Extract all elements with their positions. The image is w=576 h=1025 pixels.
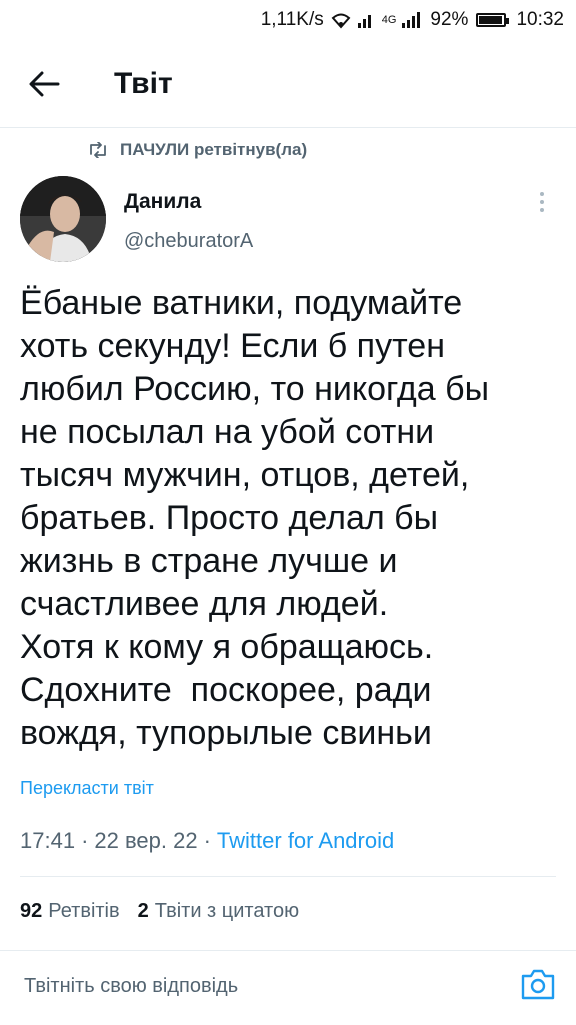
separator-dot: · — [81, 828, 89, 853]
quotes-stat[interactable]: 2 Твіти з цитатою — [138, 900, 299, 923]
network-speed: 1,11K/s — [260, 9, 324, 30]
signal-icon-2 — [402, 12, 424, 28]
battery-icon — [476, 13, 510, 27]
reply-input[interactable]: Твітніть свою відповідь — [24, 975, 238, 998]
back-button[interactable] — [14, 54, 74, 114]
more-options-icon[interactable] — [532, 188, 552, 218]
tweet-date: 22 вер. 22 — [94, 828, 198, 853]
retweet-icon — [90, 142, 106, 158]
author-handle[interactable]: @cheburatorA — [124, 230, 253, 253]
tweet-stats: 92 Ретвітів 2 Твіти з цитатою — [20, 900, 317, 923]
avatar[interactable] — [20, 176, 106, 262]
camera-icon — [521, 969, 555, 1000]
divider — [20, 876, 556, 877]
battery-percent: 92% — [430, 9, 469, 30]
clock: 10:32 — [516, 9, 564, 30]
header: Твіт — [0, 40, 576, 128]
retweets-stat[interactable]: 92 Ретвітів — [20, 900, 120, 923]
signal-icon — [357, 12, 376, 28]
tweet-meta: 17:41 · 22 вер. 22 · Twitter for Android — [20, 828, 394, 854]
tweet-text: Ёбаные ватники, подумайте хоть секунду! … — [20, 284, 490, 752]
tweet-client-link[interactable]: Twitter for Android — [217, 828, 394, 854]
retweet-text: ПАЧУЛИ ретвітнув(ла) — [120, 140, 308, 159]
status-bar: 1,11K/s 4G 92% 10:32 — [0, 0, 576, 40]
retweet-indicator[interactable]: ПАЧУЛИ ретвітнув(ла) — [88, 140, 307, 160]
author-name[interactable]: Данила — [124, 190, 201, 214]
retweets-label: Ретвітів — [48, 900, 120, 922]
reply-bar: Твітніть свою відповідь — [0, 950, 576, 1025]
arrow-left-icon — [29, 71, 60, 96]
translate-tweet-link[interactable]: Перекласти твіт — [20, 778, 154, 799]
camera-button[interactable] — [520, 967, 556, 1003]
network-type: 4G — [381, 14, 397, 26]
retweets-count: 92 — [20, 900, 43, 922]
quotes-label: Твіти з цитатою — [154, 900, 300, 922]
tweet-time: 17:41 — [20, 828, 76, 853]
avatar-image — [20, 176, 106, 262]
wifi-icon — [330, 11, 352, 29]
page-title: Твіт — [114, 66, 173, 100]
quotes-count: 2 — [137, 900, 149, 922]
separator-dot: · — [203, 828, 211, 853]
